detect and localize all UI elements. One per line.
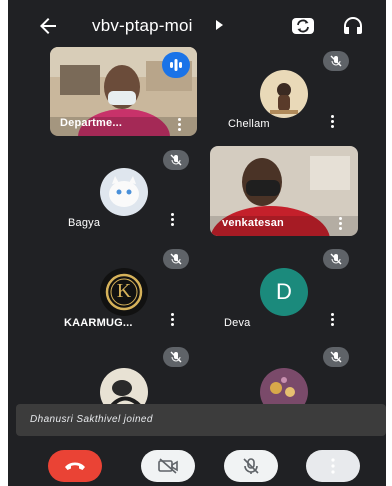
camera-off-icon [158, 458, 178, 474]
meeting-title[interactable]: vbv-ptap-moi [92, 16, 193, 36]
participant-video-tile[interactable]: Departme... [50, 47, 197, 136]
headphones-icon[interactable] [341, 14, 365, 38]
participant-name: Chellam [228, 118, 270, 130]
more-options-icon [331, 458, 335, 474]
meet-call-screen: vbv-ptap-moi Departme... Chellam Bagya v… [8, 0, 386, 486]
participant-name: Bagya [68, 217, 101, 229]
notification-text: Dhanusri Sakthivel joined [30, 414, 153, 425]
camera-toggle-button[interactable] [141, 450, 195, 482]
mic-off-icon [163, 347, 189, 367]
more-options-icon[interactable] [331, 115, 335, 129]
participant-name: KAARMUG... [64, 317, 133, 329]
back-arrow-icon[interactable] [36, 14, 60, 38]
speaking-indicator-icon [162, 52, 190, 78]
participant-avatar: D [260, 268, 308, 316]
mic-off-icon [323, 249, 349, 269]
top-bar: vbv-ptap-moi [8, 0, 386, 52]
participant-avatar: K [100, 268, 148, 316]
participant-name: Deva [224, 317, 251, 329]
participant-avatar [260, 70, 308, 118]
more-options-icon[interactable] [171, 213, 175, 227]
join-notification: Dhanusri Sakthivel joined [16, 404, 386, 436]
end-call-icon [65, 462, 85, 470]
mic-off-icon [163, 249, 189, 269]
caret-right-icon[interactable] [215, 19, 224, 31]
participant-name: Departme... [60, 117, 123, 129]
end-call-button[interactable] [48, 450, 102, 482]
avatar-letter: K [116, 280, 132, 302]
mic-toggle-button[interactable] [224, 450, 278, 482]
participant-name: venkatesan [222, 217, 284, 229]
participant-avatar [100, 168, 148, 216]
avatar-letter: D [276, 279, 292, 304]
more-options-icon[interactable] [331, 313, 335, 327]
mic-off-icon [163, 150, 189, 170]
more-options-icon[interactable] [171, 313, 175, 327]
participant-video-tile[interactable]: venkatesan [210, 146, 358, 236]
mic-off-icon [323, 347, 349, 367]
mic-off-icon [243, 458, 259, 474]
mic-off-icon [323, 51, 349, 71]
more-options-button[interactable] [306, 450, 360, 482]
switch-camera-icon[interactable] [290, 13, 316, 39]
more-options-icon[interactable] [178, 118, 182, 132]
more-options-icon[interactable] [339, 217, 343, 231]
